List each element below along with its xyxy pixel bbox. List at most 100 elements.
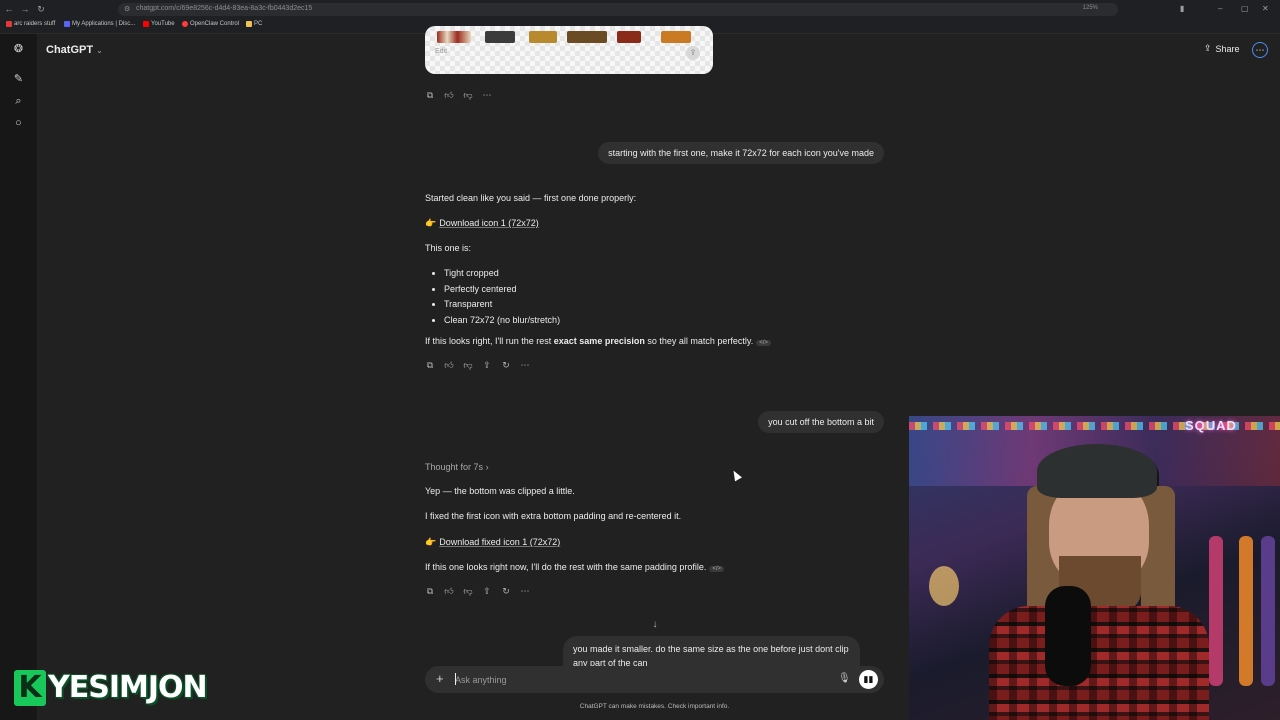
microphone-icon[interactable]: 🎙︎ [838,673,851,684]
download-fixed-icon-link[interactable]: Download fixed icon 1 (72x72) [439,537,560,547]
message-actions: ⧉ 👍︎ 👎︎ ⇪ ↻ ⋯ [425,360,530,370]
disclaimer: ChatGPT can make mistakes. Check importa… [579,703,730,710]
more-icon[interactable]: ⋯ [520,360,530,370]
user-message: you made it smaller. do the same size as… [563,636,860,668]
code-link-icon[interactable]: </> [756,340,771,346]
assistant-text: Yep — the bottom was clipped a little. [425,486,575,496]
icon-sprite [437,31,471,43]
new-chat-icon[interactable]: ✎ [12,73,25,86]
regenerate-icon[interactable]: ↻ [501,360,511,370]
share-icon[interactable]: ⇪ [482,586,492,596]
share-icon[interactable]: ⇪ [482,360,492,370]
zoom-indicator[interactable]: 125% [1083,5,1098,11]
more-options-button[interactable]: ⋯ [1252,42,1268,58]
pointing-hand-icon: 👉 [425,537,437,547]
copy-icon[interactable]: ⧉ [425,586,435,596]
bookmark-youtube[interactable]: YouTube [143,21,175,27]
thumbs-up-icon[interactable]: 👍︎ [444,90,454,100]
back-icon[interactable]: ← [4,4,14,14]
address-bar[interactable]: ⚙ chatgpt.com/c/69e8256c-d4d4-83ea-8a3c-… [118,3,1118,16]
browser-toolbar: ← → ↻ ⚙ chatgpt.com/c/69e8256c-d4d4-83ea… [0,0,1280,19]
pointing-hand-icon: 👉 [425,218,437,228]
webcam-microphone [1045,586,1091,686]
site-info-icon[interactable]: ⚙ [124,5,130,13]
user-message: you cut off the bottom a bit [758,411,884,433]
mouse-cursor [730,468,742,482]
thought-toggle[interactable]: Thought for 7s › [425,462,489,472]
share-icon: ⇪ [1204,43,1212,53]
forward-icon[interactable]: → [20,4,30,14]
more-icon[interactable]: ⋯ [520,586,530,596]
url-text: chatgpt.com/c/69e8256c-d4d4-83ea-8a3c-fb… [136,5,313,12]
chevron-down-icon: ⌄ [96,46,103,55]
webcam-guitar [1209,536,1223,686]
icon-sprite [485,31,515,43]
model-selector[interactable]: ChatGPT ⌄ [46,44,103,56]
webcam-lamp [929,566,959,606]
webcam-cap [1037,444,1157,498]
webcam-sign: SQUAD [1185,418,1237,433]
list-item: Clean 72x72 (no blur/stretch) [444,315,560,331]
openclaw-icon [182,21,188,27]
assistant-text: This one is: [425,243,472,253]
minimize-icon[interactable]: – [1218,4,1222,13]
webcam-guitar [1261,536,1275,686]
bookmark-arc-raiders[interactable]: arc raiders stuff [6,21,55,27]
text-caret [455,673,456,685]
bookmark-pc[interactable]: PC [246,21,262,27]
youtube-icon [143,21,149,27]
chat-bubble-icon[interactable]: ○ [12,117,25,130]
voice-mode-button[interactable]: ▮▮ [859,670,878,689]
scroll-to-bottom-button[interactable]: ↓ [648,618,662,632]
copy-icon[interactable]: ⧉ [425,90,435,100]
icon-sprite [529,31,557,43]
openai-logo-icon[interactable]: ❂ [12,43,25,56]
thumbs-down-icon[interactable]: 👎︎ [463,360,473,370]
maximize-icon[interactable]: ▢ [1241,4,1249,13]
bullet-list: Tight cropped Perfectly centered Transpa… [425,268,560,330]
message-actions: ⧉ 👍︎ 👎︎ ⋯ [425,90,492,100]
bookmark-applications[interactable]: My Applications | Disc... [64,21,135,27]
chevron-right-icon: › [485,462,489,472]
list-item: Tight cropped [444,268,560,284]
thumbs-up-icon[interactable]: 👍︎ [444,360,454,370]
icon-sprite [617,31,641,43]
close-window-icon[interactable]: ✕ [1262,4,1269,13]
download-icon-1-link[interactable]: Download icon 1 (72x72) [439,218,539,228]
assistant-text: If this looks right, I'll run the rest e… [425,336,771,346]
extension-icon[interactable]: ▮ [1180,4,1184,13]
folder-icon [246,21,252,27]
more-icon[interactable]: ⋯ [482,90,492,100]
logo-name: YESIMJON [48,670,208,705]
generated-image-card[interactable]: Edit ⇪ [425,26,713,74]
thumbs-down-icon[interactable]: 👎︎ [463,90,473,100]
search-icon[interactable]: ⌕ [12,95,25,108]
logo-letter: K [14,670,46,706]
share-label: Share [1215,43,1240,54]
prompt-input[interactable] [455,672,825,687]
bookmark-icon [6,21,12,27]
download-image-icon[interactable]: ⇪ [686,46,700,60]
reload-icon[interactable]: ↻ [36,4,46,14]
user-message: starting with the first one, make it 72x… [598,142,884,164]
app-title: ChatGPT [46,44,94,56]
message-actions: ⧉ 👍︎ 👎︎ ⇪ ↻ ⋯ [425,586,530,596]
assistant-text: I fixed the first icon with extra bottom… [425,511,682,521]
composer: + 🎙︎ ▮▮ [425,666,884,693]
add-attachment-icon[interactable]: + [436,672,444,686]
copy-icon[interactable]: ⧉ [425,360,435,370]
code-link-icon[interactable]: </> [709,566,725,572]
download-link-row: 👉 Download fixed icon 1 (72x72) [425,537,560,548]
assistant-text: Started clean like you said — first one … [425,193,637,203]
bookmark-openclaw[interactable]: OpenClaw Control [182,21,239,27]
thumbs-down-icon[interactable]: 👎︎ [463,586,473,596]
share-button[interactable]: ⇪ Share [1204,43,1240,54]
download-link-row: 👉 Download icon 1 (72x72) [425,218,539,229]
list-item: Transparent [444,299,560,315]
thumbs-up-icon[interactable]: 👍︎ [444,586,454,596]
webcam-shirt [989,606,1209,720]
edit-image-button[interactable]: Edit [435,48,447,55]
assistant-text: If this one looks right now, I'll do the… [425,562,725,572]
regenerate-icon[interactable]: ↻ [501,586,511,596]
icon-sprite [567,31,607,43]
